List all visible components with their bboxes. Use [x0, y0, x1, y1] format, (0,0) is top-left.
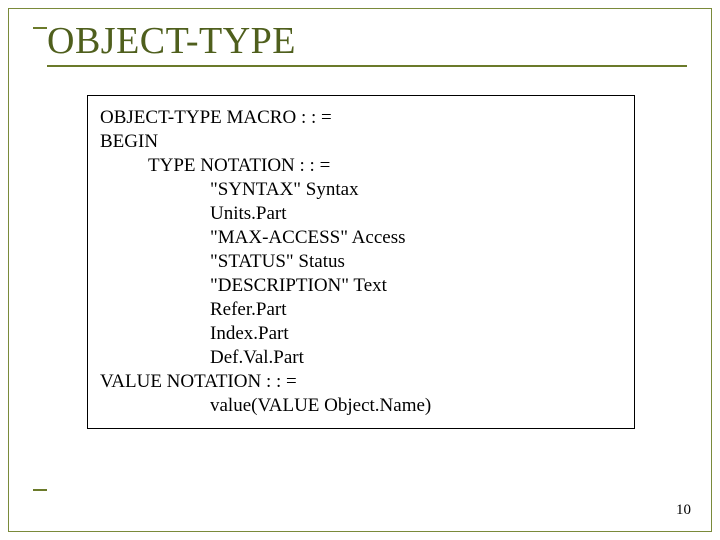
- code-box: OBJECT-TYPE MACRO : : = BEGIN TYPE NOTAT…: [87, 95, 635, 429]
- slide-frame: OBJECT-TYPE OBJECT-TYPE MACRO : : = BEGI…: [8, 8, 712, 532]
- code-line: TYPE NOTATION : : =: [100, 154, 622, 178]
- code-line: Units.Part: [100, 202, 622, 226]
- code-line: Def.Val.Part: [100, 346, 622, 370]
- accent-tick-bottom: [33, 489, 47, 491]
- code-line: VALUE NOTATION : : =: [100, 370, 622, 394]
- page-number: 10: [676, 502, 691, 519]
- code-line: OBJECT-TYPE MACRO : : =: [100, 106, 622, 130]
- code-line: "STATUS" Status: [100, 250, 622, 274]
- accent-tick-top: [33, 27, 47, 29]
- code-line: BEGIN: [100, 130, 622, 154]
- code-line: Refer.Part: [100, 298, 622, 322]
- code-line: "MAX-ACCESS" Access: [100, 226, 622, 250]
- code-line: "SYNTAX" Syntax: [100, 178, 622, 202]
- title-underline: [47, 65, 687, 67]
- code-line: Index.Part: [100, 322, 622, 346]
- title-block: OBJECT-TYPE: [47, 19, 687, 67]
- code-line: "DESCRIPTION" Text: [100, 274, 622, 298]
- slide-title: OBJECT-TYPE: [47, 19, 687, 63]
- code-line: value(VALUE Object.Name): [100, 394, 622, 418]
